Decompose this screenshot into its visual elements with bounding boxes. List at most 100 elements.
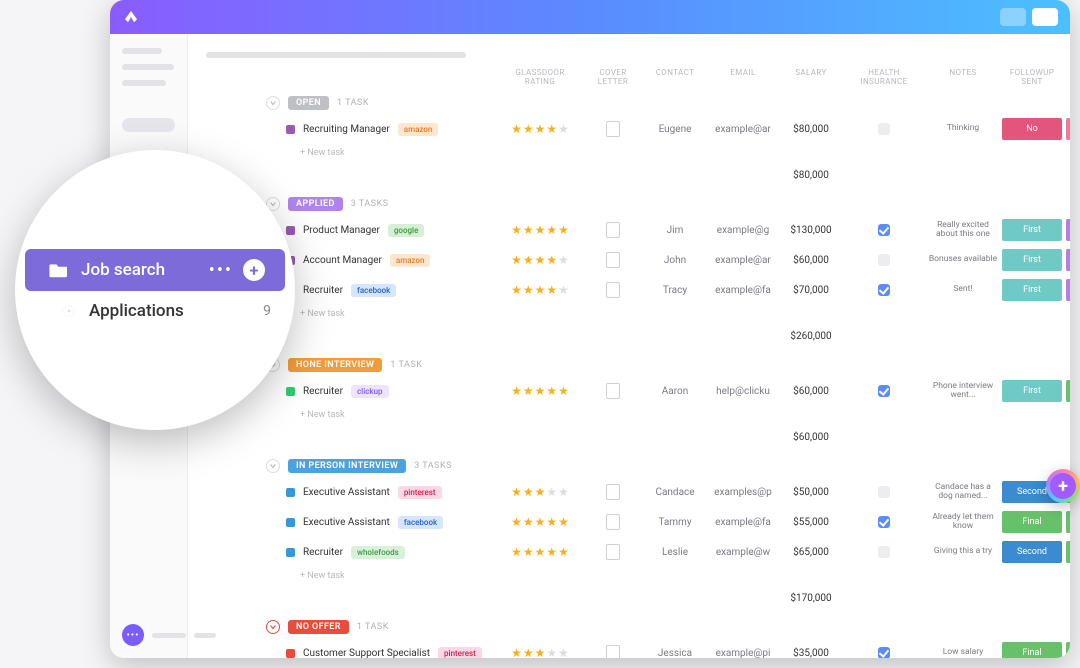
rating-cell[interactable]: ★★★★★ [500, 647, 580, 658]
star-icon: ★ [523, 224, 534, 236]
col-title [286, 68, 496, 86]
checkbox[interactable] [878, 516, 890, 528]
checkbox[interactable] [878, 254, 890, 266]
rating-cell[interactable]: ★★★★★ [500, 486, 580, 498]
star-icon: ★ [558, 123, 569, 135]
titlebar-pill[interactable] [1032, 8, 1058, 26]
document-icon[interactable] [606, 282, 620, 298]
collapse-caret-icon[interactable] [266, 96, 280, 110]
document-icon[interactable] [606, 514, 620, 530]
company-tag[interactable]: google [388, 224, 424, 237]
company-tag[interactable]: facebook [398, 516, 443, 529]
followup-badge[interactable]: Final [1002, 511, 1062, 533]
company-tag[interactable]: amazon [398, 123, 439, 136]
task-row[interactable]: Executive Assistant pinterest ★★★★★ Cand… [206, 477, 1070, 507]
rating-cell[interactable]: ★★★★★ [500, 123, 580, 135]
interview-badge[interactable]: Waiting [1066, 249, 1070, 271]
task-row[interactable]: Customer Support Specialist pinterest ★★… [206, 638, 1070, 658]
company-tag[interactable]: pinterest [438, 647, 482, 659]
checkbox[interactable] [878, 385, 890, 397]
followup-badge[interactable]: Final [1002, 642, 1062, 658]
task-row[interactable]: Recruiter clickup ★★★★★ Aaron help@click… [206, 376, 1070, 406]
sidebar-item-applications[interactable]: Applications 9 [15, 291, 295, 331]
checkbox[interactable] [878, 546, 890, 558]
task-row[interactable]: Recruiter wholefoods ★★★★★ Leslie exampl… [206, 537, 1070, 567]
sidebar-item-job-search[interactable]: Job search ••• + [25, 249, 285, 291]
task-row[interactable]: Executive Assistant facebook ★★★★★ Tammy… [206, 507, 1070, 537]
document-icon[interactable] [606, 383, 620, 399]
group-header[interactable]: OPEN 1 TASK [206, 90, 1070, 114]
checkbox[interactable] [878, 224, 890, 236]
status-square-icon[interactable] [286, 387, 295, 396]
rating-cell[interactable]: ★★★★★ [500, 254, 580, 266]
interview-badge[interactable]: Scheduled [1066, 380, 1070, 402]
new-task-button[interactable]: + New task [206, 406, 1070, 428]
status-pill[interactable]: APPLIED [288, 197, 343, 211]
chat-button[interactable]: ••• [122, 624, 216, 646]
task-row[interactable]: Recruiting Manager amazon ★★★★★ Eugene e… [206, 114, 1070, 144]
company-tag[interactable]: pinterest [398, 486, 442, 499]
interview-badge[interactable]: Scheduled [1066, 541, 1070, 563]
followup-badge[interactable]: No [1002, 118, 1062, 140]
group-header[interactable]: HONE INTERVIEW 1 TASK [206, 352, 1070, 376]
interview-badge[interactable]: No [1066, 118, 1070, 140]
rating-cell[interactable]: ★★★★★ [500, 516, 580, 528]
checkbox[interactable] [878, 123, 890, 135]
task-title: Executive Assistant [303, 517, 390, 528]
checkbox[interactable] [878, 486, 890, 498]
rating-cell[interactable]: ★★★★★ [500, 385, 580, 397]
group-header[interactable]: NO OFFER 1 TASK [206, 614, 1070, 638]
new-task-button[interactable]: + New task [206, 144, 1070, 166]
document-icon[interactable] [606, 222, 620, 238]
checkbox[interactable] [878, 647, 890, 658]
document-icon[interactable] [606, 544, 620, 560]
checkbox[interactable] [878, 284, 890, 296]
status-pill[interactable]: HONE INTERVIEW [288, 358, 382, 372]
status-square-icon[interactable] [286, 518, 295, 527]
status-pill[interactable]: NO OFFER [288, 620, 349, 634]
status-square-icon[interactable] [286, 125, 295, 134]
company-tag[interactable]: amazon [390, 254, 431, 267]
task-row[interactable]: Account Manager amazon ★★★★★ John exampl… [206, 245, 1070, 275]
interview-badge[interactable]: Waiting [1066, 219, 1070, 241]
followup-badge[interactable]: First [1002, 279, 1062, 301]
status-square-icon[interactable] [286, 649, 295, 658]
collapse-caret-icon[interactable] [266, 620, 280, 634]
interview-badge[interactable]: Scheduled [1066, 642, 1070, 658]
document-icon[interactable] [606, 121, 620, 137]
status-pill[interactable]: IN PERSON INTERVIEW [288, 459, 406, 473]
rating-cell[interactable]: ★★★★★ [500, 546, 580, 558]
collapse-caret-icon[interactable] [266, 459, 280, 473]
company-tag[interactable]: wholefoods [351, 546, 405, 559]
group-header[interactable]: IN PERSON INTERVIEW 3 TASKS [206, 453, 1070, 477]
status-square-icon[interactable] [286, 226, 295, 235]
search-pill[interactable] [122, 118, 175, 132]
titlebar [110, 0, 1070, 34]
status-square-icon[interactable] [286, 488, 295, 497]
document-icon[interactable] [606, 645, 620, 658]
followup-badge[interactable]: First [1002, 219, 1062, 241]
new-task-button[interactable]: + New task [206, 567, 1070, 589]
placeholder [122, 48, 162, 54]
fab-add-button[interactable]: + [1046, 469, 1080, 503]
rating-cell[interactable]: ★★★★★ [500, 224, 580, 236]
status-pill[interactable]: OPEN [288, 96, 329, 110]
titlebar-pill[interactable] [1000, 8, 1026, 26]
more-icon[interactable]: ••• [209, 266, 233, 275]
followup-badge[interactable]: First [1002, 380, 1062, 402]
rating-cell[interactable]: ★★★★★ [500, 284, 580, 296]
company-tag[interactable]: facebook [351, 284, 396, 297]
status-square-icon[interactable] [286, 548, 295, 557]
group-header[interactable]: APPLIED 3 TASKS [206, 191, 1070, 215]
task-row[interactable]: Recruiter facebook ★★★★★ Tracy example@f… [206, 275, 1070, 305]
document-icon[interactable] [606, 484, 620, 500]
new-task-button[interactable]: + New task [206, 305, 1070, 327]
task-row[interactable]: Product Manager google ★★★★★ Jim example… [206, 215, 1070, 245]
company-tag[interactable]: clickup [351, 385, 389, 398]
add-list-button[interactable]: + [243, 259, 265, 281]
document-icon[interactable] [606, 252, 620, 268]
interview-badge[interactable]: Scheduled [1066, 511, 1070, 533]
followup-badge[interactable]: Second [1002, 541, 1062, 563]
followup-badge[interactable]: First [1002, 249, 1062, 271]
interview-badge[interactable]: Waiting [1066, 279, 1070, 301]
